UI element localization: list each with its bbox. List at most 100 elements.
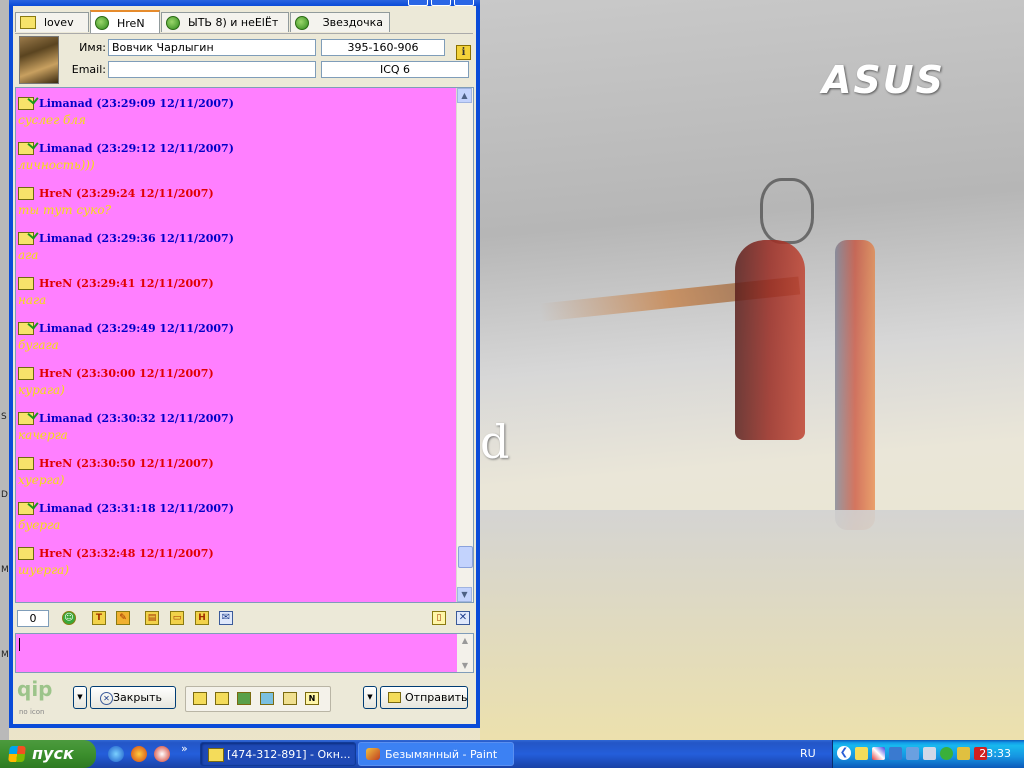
message-header: HreN (23:30:50 12/11/2007) (18, 455, 456, 472)
qip-tray-icon[interactable] (940, 747, 953, 760)
chat-scrollbar[interactable]: ▲ ▼ (456, 88, 473, 602)
messenger-tray-icon[interactable] (957, 747, 970, 760)
device-tray-icon[interactable] (923, 747, 936, 760)
qip-logo: qip no icon (17, 677, 63, 719)
message-read-icon (18, 502, 34, 515)
quote-icon[interactable] (193, 692, 207, 705)
notes-icon[interactable]: N (305, 692, 319, 705)
taskbar-item-paint[interactable]: Безымянный - Paint (358, 742, 514, 766)
smiley-icon[interactable]: ☺ (62, 611, 76, 625)
note-icon[interactable]: ▯ (432, 611, 446, 625)
chat-history[interactable]: Limanad (23:29:09 12/11/2007) суслег бля L… (15, 87, 474, 603)
text-caret (19, 638, 20, 651)
online-flower-icon (295, 15, 309, 30)
scroll-down-button[interactable]: ▼ (457, 587, 472, 602)
media-player-icon[interactable] (154, 746, 170, 762)
message-timestamp: (23:29:36 12/11/2007) (96, 232, 234, 245)
message-input[interactable]: ▲ ▼ (15, 633, 474, 673)
qip-logo-text: qip (17, 677, 53, 701)
message-read-icon (18, 322, 34, 335)
message-author: HreN (39, 457, 73, 470)
taskbar: пуск » [474-312-891] - Окн... Безымянный… (0, 740, 1024, 768)
templates-icon[interactable] (215, 692, 229, 705)
contact-icon[interactable] (237, 692, 251, 705)
online-flower-icon (166, 15, 180, 30)
quick-actions-group: N (185, 686, 331, 712)
online-flower-icon (95, 16, 109, 30)
taskbar-item-chat[interactable]: [474-312-891] - Окн... (200, 742, 356, 766)
computer-tray-icon[interactable] (906, 747, 919, 760)
message-author: Limanad (39, 322, 93, 335)
qip-logo-subtext: no icon (19, 708, 45, 716)
message-author: HreN (39, 187, 73, 200)
taskbar-item-label: Безымянный - Paint (385, 748, 498, 761)
scroll-up-button[interactable]: ▲ (457, 88, 472, 103)
message-icon (18, 187, 34, 200)
folder-icon[interactable]: ▭ (170, 611, 184, 625)
tray-expand-icon[interactable]: ❮ (837, 746, 851, 760)
taskbar-item-label: [474-312-891] - Окн... (227, 748, 351, 761)
quicklaunch-more[interactable]: » (181, 742, 188, 755)
windows-logo-icon (8, 746, 26, 762)
copy-icon[interactable] (283, 692, 297, 705)
display-tray-icon[interactable] (889, 747, 902, 760)
browser-icon[interactable] (108, 746, 124, 762)
tab-yt[interactable]: ЫТЬ 8) и неЕlЁт (161, 12, 289, 32)
message-item: HreN (23:30:50 12/11/2007) хуерга) (18, 455, 456, 500)
firefox-icon[interactable] (131, 746, 147, 762)
message-tray-icon[interactable] (855, 747, 868, 760)
message-toolbar: 0 ☺ T ✎ ▤ ▭ H ✉ ▯ ✕ (15, 607, 474, 629)
tab-lovev[interactable]: lovev (15, 12, 89, 32)
font-icon[interactable]: T (92, 611, 106, 625)
message-text: бугага (18, 338, 59, 352)
save-icon[interactable]: ▤ (145, 611, 159, 625)
network-tray-icon[interactable] (872, 747, 885, 760)
start-button[interactable]: пуск (0, 740, 96, 768)
message-header: Limanad (23:29:09 12/11/2007) (18, 95, 456, 112)
message-author: Limanad (39, 232, 93, 245)
message-text: хуерга) (18, 473, 65, 487)
message-item: Limanad (23:29:36 12/11/2007) ага (18, 230, 456, 275)
tab-label: ЫТЬ 8) и неЕlЁт (188, 16, 279, 29)
uin-field[interactable]: 395-160-906 (321, 39, 445, 56)
message-text: курага) (18, 383, 65, 397)
message-read-icon (18, 142, 34, 155)
email-field[interactable] (108, 61, 316, 78)
language-indicator[interactable]: RU (800, 740, 816, 768)
close-dropdown-button[interactable]: ▼ (73, 686, 87, 709)
name-field[interactable]: Вовчик Чарлыгин (108, 39, 316, 56)
chat-window: lovev HreN ЫТЬ 8) и неЕlЁт Звездочка Имя… (9, 0, 480, 728)
clear-icon[interactable]: ✕ (456, 611, 470, 625)
tab-zvezdochka[interactable]: Звездочка (290, 12, 390, 32)
tab-label: Звездочка (322, 16, 383, 29)
send-file-icon[interactable]: ✉ (219, 611, 233, 625)
message-icon (18, 367, 34, 380)
system-tray: ❮ 23:33 (832, 740, 1024, 768)
translit-icon[interactable] (260, 692, 274, 705)
message-header: HreN (23:32:48 12/11/2007) (18, 545, 456, 562)
message-text: личность))) (18, 158, 95, 172)
message-timestamp: (23:30:32 12/11/2007) (96, 412, 234, 425)
message-timestamp: (23:29:12 12/11/2007) (96, 142, 234, 155)
send-button[interactable]: Отправить (380, 686, 468, 709)
message-author: Limanad (39, 412, 93, 425)
message-text: ты тут суко? (18, 203, 112, 217)
input-scrollbar[interactable]: ▲ ▼ (457, 634, 473, 672)
message-item: Limanad (23:29:12 12/11/2007) личность))) (18, 140, 456, 185)
tab-hren[interactable]: HreN (90, 10, 160, 34)
message-author: HreN (39, 277, 73, 290)
color-icon[interactable]: ✎ (116, 611, 130, 625)
close-button[interactable]: ✕ Закрыть (90, 686, 176, 709)
history-icon[interactable]: H (195, 611, 209, 625)
message-text: суслег бля (18, 113, 86, 127)
scroll-thumb[interactable] (458, 546, 473, 568)
message-author: HreN (39, 547, 73, 560)
send-dropdown-button[interactable]: ▼ (363, 686, 377, 709)
user-info-button[interactable]: i (456, 45, 471, 60)
message-text: ага (18, 248, 39, 262)
background-window-edge: SDMM (0, 0, 9, 740)
message-timestamp: (23:30:50 12/11/2007) (76, 457, 214, 470)
message-read-icon (18, 412, 34, 425)
message-icon (18, 277, 34, 290)
message-author: HreN (39, 367, 73, 380)
